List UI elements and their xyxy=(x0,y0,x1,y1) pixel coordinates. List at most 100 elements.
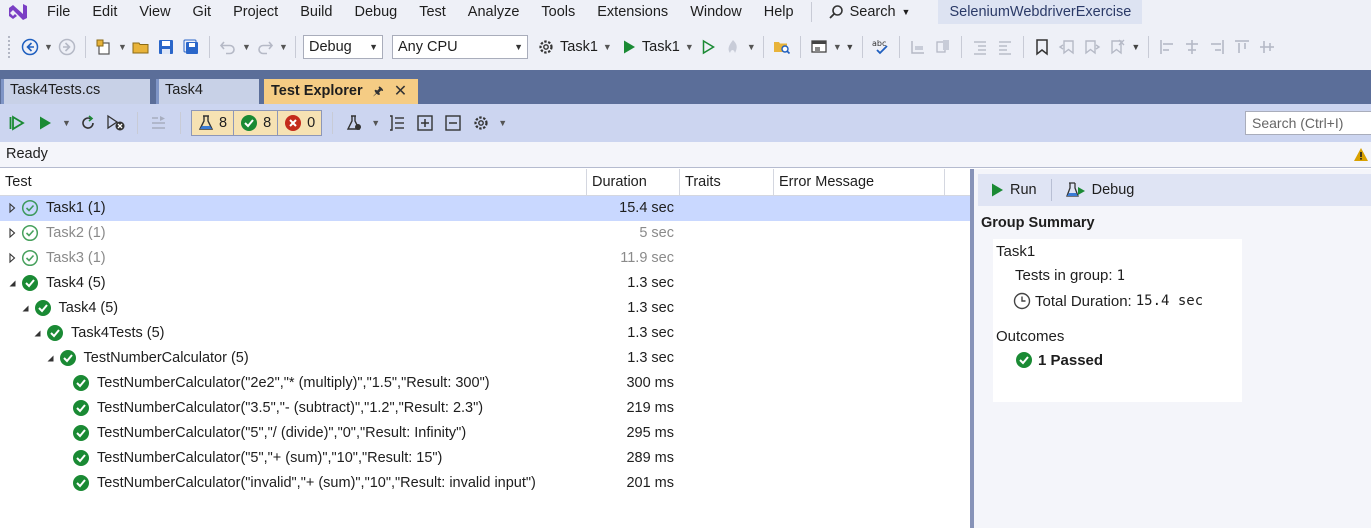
spell-check-icon[interactable]: abc xyxy=(870,36,892,58)
start-debugging-button[interactable]: Task1 ▼ xyxy=(621,39,694,55)
test-group-row[interactable]: TestNumberCalculator (5) 1.3 sec xyxy=(0,346,970,371)
test-group-row[interactable]: Task4Tests (5) 1.3 sec xyxy=(0,321,970,346)
chevron-down-icon[interactable]: ▼ xyxy=(498,118,507,128)
save-icon[interactable] xyxy=(155,36,177,58)
test-playlist-icon[interactable] xyxy=(148,112,170,134)
collapse-arrow-icon[interactable] xyxy=(7,276,17,290)
menu-search-button[interactable]: Search ▼ xyxy=(820,4,921,20)
menu-item-git[interactable]: Git xyxy=(182,1,223,23)
failed-tests-filter[interactable]: 0 xyxy=(278,111,321,135)
comment-out-icon[interactable] xyxy=(907,36,929,58)
menu-item-project[interactable]: Project xyxy=(222,1,289,23)
align-right-icon[interactable] xyxy=(1206,36,1228,58)
tab-task4tests-cs[interactable]: Task4Tests.cs xyxy=(1,79,150,104)
menu-item-extensions[interactable]: Extensions xyxy=(586,1,679,23)
expand-arrow-icon[interactable] xyxy=(7,226,17,240)
align-left-icon[interactable] xyxy=(1156,36,1178,58)
menu-item-test[interactable]: Test xyxy=(408,1,457,23)
expand-arrow-icon[interactable] xyxy=(7,201,17,215)
browser-link-icon[interactable] xyxy=(808,36,830,58)
repeat-last-run-icon[interactable] xyxy=(77,112,99,134)
run-all-tests-icon[interactable] xyxy=(6,112,28,134)
chevron-down-icon[interactable]: ▼ xyxy=(44,42,53,52)
collapse-all-icon[interactable] xyxy=(442,112,464,134)
column-header-traits[interactable]: Traits xyxy=(680,169,774,196)
save-all-icon[interactable] xyxy=(180,36,202,58)
bookmark-icon[interactable] xyxy=(1031,36,1053,58)
menu-item-build[interactable]: Build xyxy=(289,1,343,23)
configuration-select[interactable]: Debug ▼ xyxy=(303,35,383,59)
toolbar-overflow-icon[interactable]: ▼ xyxy=(1131,36,1141,58)
collapse-arrow-icon[interactable] xyxy=(32,326,42,340)
redo-icon[interactable] xyxy=(254,36,276,58)
menu-item-analyze[interactable]: Analyze xyxy=(457,1,531,23)
navigate-back-icon[interactable] xyxy=(19,36,41,58)
uncomment-icon[interactable] xyxy=(932,36,954,58)
hot-reload-icon[interactable] xyxy=(722,36,744,58)
test-explorer-settings-icon[interactable] xyxy=(343,112,365,134)
chevron-down-icon[interactable]: ▼ xyxy=(242,42,251,52)
find-in-files-icon[interactable] xyxy=(771,36,793,58)
collapse-arrow-icon[interactable] xyxy=(20,301,30,315)
visual-studio-logo-icon[interactable] xyxy=(0,0,36,24)
collapse-arrow-icon[interactable] xyxy=(45,351,55,365)
run-button[interactable]: Run xyxy=(986,182,1041,198)
test-case-row[interactable]: TestNumberCalculator("3.5","- (subtract)… xyxy=(0,396,970,421)
platform-select[interactable]: Any CPU ▼ xyxy=(392,35,528,59)
menu-item-edit[interactable]: Edit xyxy=(81,1,128,23)
tab-test-explorer[interactable]: Test Explorer 🖈 ✕ xyxy=(264,79,418,104)
menu-item-window[interactable]: Window xyxy=(679,1,753,23)
column-header-error-message[interactable]: Error Message xyxy=(774,169,945,196)
solution-name[interactable]: SeleniumWebdriverExercise xyxy=(938,0,1143,24)
open-folder-icon[interactable] xyxy=(130,36,152,58)
column-header-duration[interactable]: Duration xyxy=(587,169,680,196)
test-group-row[interactable]: Task1 (1) 15.4 sec xyxy=(0,196,970,221)
chevron-down-icon[interactable]: ▼ xyxy=(371,118,380,128)
warning-icon[interactable] xyxy=(1353,147,1369,162)
expand-arrow-icon[interactable] xyxy=(7,251,17,265)
column-header-test[interactable]: Test xyxy=(0,169,587,196)
chevron-down-icon[interactable]: ▼ xyxy=(833,42,842,52)
test-group-row[interactable]: Task4 (5) 1.3 sec xyxy=(0,271,970,296)
test-case-row[interactable]: TestNumberCalculator("2e2","* (multiply)… xyxy=(0,371,970,396)
test-case-row[interactable]: TestNumberCalculator("5","/ (divide)","0… xyxy=(0,421,970,446)
menu-item-tools[interactable]: Tools xyxy=(530,1,586,23)
toolbar-overflow-icon[interactable]: ▼ xyxy=(845,36,855,58)
test-group-row[interactable]: Task2 (1) 5 sec xyxy=(0,221,970,246)
increase-indent-icon[interactable] xyxy=(994,36,1016,58)
toolbar-grip[interactable] xyxy=(8,36,12,58)
decrease-indent-icon[interactable] xyxy=(969,36,991,58)
pin-icon[interactable]: 🖈 xyxy=(373,80,384,103)
run-tests-icon[interactable] xyxy=(34,112,56,134)
startup-project-select[interactable]: Task1 ▼ xyxy=(537,38,612,56)
next-bookmark-icon[interactable] xyxy=(1081,36,1103,58)
gear-icon[interactable] xyxy=(470,112,492,134)
align-top-icon[interactable] xyxy=(1231,36,1253,58)
new-project-icon[interactable] xyxy=(93,36,115,58)
chevron-down-icon[interactable]: ▼ xyxy=(118,42,127,52)
passed-tests-filter[interactable]: 8 xyxy=(234,111,279,135)
passed-outcome[interactable]: 1 Passed xyxy=(1015,351,1103,369)
start-without-debugging-icon[interactable] xyxy=(697,36,719,58)
test-group-row[interactable]: Task4 (5) 1.3 sec xyxy=(0,296,970,321)
menu-item-debug[interactable]: Debug xyxy=(343,1,408,23)
test-case-row[interactable]: TestNumberCalculator("5","+ (sum)","10",… xyxy=(0,446,970,471)
navigate-forward-icon[interactable] xyxy=(56,36,78,58)
align-middle-icon[interactable] xyxy=(1256,36,1278,58)
clear-bookmarks-icon[interactable] xyxy=(1106,36,1128,58)
total-tests-filter[interactable]: 8 xyxy=(192,111,235,135)
align-center-icon[interactable] xyxy=(1181,36,1203,58)
menu-item-view[interactable]: View xyxy=(128,1,181,23)
expand-all-icon[interactable] xyxy=(414,112,436,134)
menu-item-help[interactable]: Help xyxy=(753,1,805,23)
test-case-row[interactable]: TestNumberCalculator("invalid","+ (sum)"… xyxy=(0,471,970,496)
chevron-down-icon[interactable]: ▼ xyxy=(747,42,756,52)
tab-task4[interactable]: Task4 xyxy=(156,79,259,104)
previous-bookmark-icon[interactable] xyxy=(1056,36,1078,58)
debug-button[interactable]: Debug xyxy=(1062,181,1139,199)
menu-item-file[interactable]: File xyxy=(36,1,81,23)
cancel-run-icon[interactable] xyxy=(105,112,127,134)
chevron-down-icon[interactable]: ▼ xyxy=(62,118,71,128)
chevron-down-icon[interactable]: ▼ xyxy=(279,42,288,52)
group-by-icon[interactable] xyxy=(386,112,408,134)
